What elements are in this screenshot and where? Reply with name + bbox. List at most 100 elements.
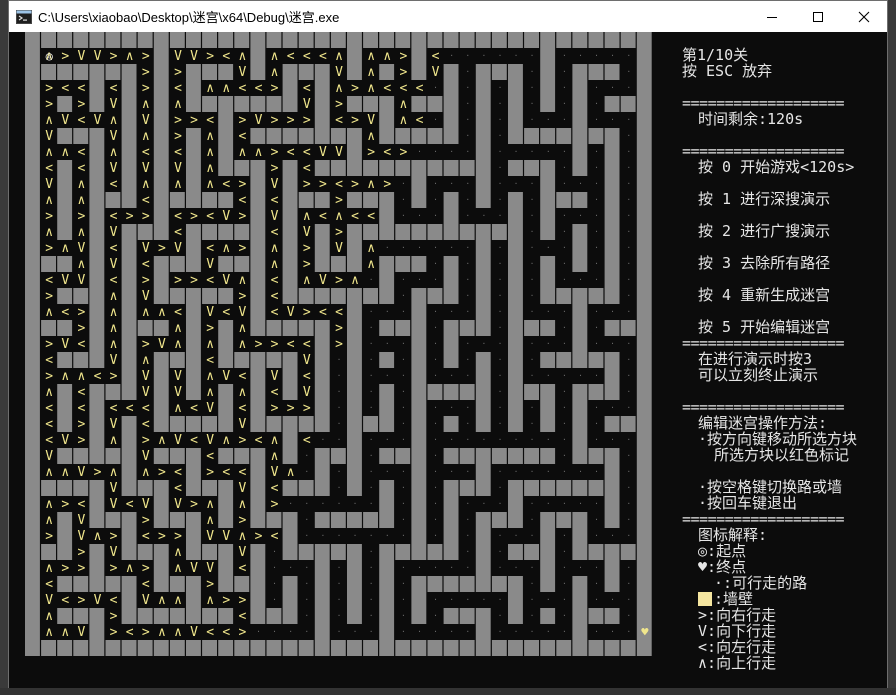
minimize-button[interactable] xyxy=(749,1,795,32)
path-arrow: > xyxy=(77,417,85,432)
path-arrow: > xyxy=(271,337,279,352)
wall-cell xyxy=(604,64,620,80)
wall-cell xyxy=(153,176,169,192)
path-arrow: ∧ xyxy=(383,49,391,64)
console-area[interactable]: ∧ > V V > ∧ > V V > < ∧ ∧ < < < ∧ ∧ ∧ > < · · · · · · · · · · · > > V ∧ V ∧ > V… xyxy=(9,32,887,688)
wall-cell xyxy=(250,160,266,176)
floor-dot: · xyxy=(498,387,503,396)
floor-dot: · xyxy=(433,275,438,284)
path-arrow: < xyxy=(142,529,150,544)
wall-cell xyxy=(25,432,40,448)
path-arrow: ∧ xyxy=(271,449,279,464)
wall-cell xyxy=(475,512,491,528)
path-arrow: ∧ xyxy=(238,145,246,160)
path-arrow: < xyxy=(174,81,182,96)
wall-cell xyxy=(314,256,330,272)
wall-cell xyxy=(347,448,362,464)
wall-cell xyxy=(57,448,73,464)
legend-end: ♥:终点 xyxy=(698,558,747,576)
wall-cell xyxy=(508,160,523,176)
wall-cell xyxy=(234,32,250,48)
wall-cell xyxy=(186,224,201,240)
path-arrow: < xyxy=(110,81,118,96)
wall-cell xyxy=(572,112,588,128)
wall-cell xyxy=(395,640,411,656)
wall-cell xyxy=(282,368,298,384)
console-window[interactable]: C:\Users\xiaobao\Desktop\迷宫\x64\Debug\迷宫… xyxy=(8,0,888,688)
path-arrow: ∧ xyxy=(238,321,246,336)
wall-cell xyxy=(572,192,588,208)
path-arrow: V xyxy=(190,561,198,576)
floor-dot: · xyxy=(433,611,438,620)
wall-cell xyxy=(89,576,105,592)
wall-cell xyxy=(411,48,427,64)
wall-cell xyxy=(89,448,105,464)
path-arrow: ∧ xyxy=(238,529,246,544)
maximize-button[interactable] xyxy=(795,1,841,32)
wall-cell xyxy=(508,592,523,608)
floor-dot: · xyxy=(465,371,470,380)
wall-cell xyxy=(250,400,266,416)
path-arrow: < xyxy=(271,289,279,304)
wall-cell xyxy=(556,128,572,144)
path-arrow: > xyxy=(110,49,118,64)
title-bar[interactable]: C:\Users\xiaobao\Desktop\迷宫\x64\Debug\迷宫… xyxy=(9,1,887,32)
floor-dot: · xyxy=(498,563,503,572)
wall-cell xyxy=(250,48,266,64)
menu-item-edit-maze: 按 5 开始编辑迷宫 xyxy=(698,318,831,336)
wall-cell xyxy=(427,544,443,560)
floor-dot: · xyxy=(594,195,599,204)
wall-cell xyxy=(475,576,491,592)
floor-dot: · xyxy=(562,83,567,92)
path-arrow: < xyxy=(255,433,263,448)
floor-dot: · xyxy=(449,371,454,380)
floor-dot: · xyxy=(626,115,631,124)
path-arrow: < xyxy=(206,273,214,288)
wall-cell xyxy=(636,256,652,272)
floor-dot: · xyxy=(401,483,406,492)
floor-dot: · xyxy=(626,131,631,140)
floor-dot: · xyxy=(562,163,567,172)
floor-dot: · xyxy=(401,307,406,316)
wall-cell xyxy=(153,48,169,64)
wall-cell xyxy=(443,352,459,368)
wall-cell xyxy=(411,496,427,512)
path-arrow: > xyxy=(174,65,182,80)
floor-dot: · xyxy=(417,563,422,572)
wall-cell xyxy=(636,272,652,288)
path-arrow: < xyxy=(77,161,85,176)
path-arrow: ∧ xyxy=(238,49,246,64)
wall-cell xyxy=(636,496,652,512)
path-arrow: V xyxy=(222,209,230,224)
wall-cell xyxy=(636,432,652,448)
floor-dot: · xyxy=(433,307,438,316)
wall-cell xyxy=(314,224,330,240)
path-arrow: > xyxy=(238,513,246,528)
wall-cell xyxy=(25,368,40,384)
floor-dot: · xyxy=(546,243,551,252)
path-arrow: V xyxy=(94,593,102,608)
path-arrow: < xyxy=(238,129,246,144)
path-arrow: ∧ xyxy=(335,81,343,96)
wall-cell xyxy=(57,256,73,272)
wall-cell xyxy=(379,192,395,208)
floor-dot: · xyxy=(401,403,406,412)
path-arrow: < xyxy=(287,49,295,64)
wall-cell xyxy=(620,640,636,656)
floor-dot: · xyxy=(498,115,503,124)
wall-cell xyxy=(89,32,105,48)
close-button[interactable] xyxy=(841,1,887,32)
wall-cell xyxy=(540,480,556,496)
wall-cell xyxy=(250,448,266,464)
wall-cell xyxy=(218,544,234,560)
wall-cell xyxy=(427,288,443,304)
wall-cell xyxy=(508,544,523,560)
floor-dot: · xyxy=(433,435,438,444)
wall-cell xyxy=(379,416,395,432)
floor-dot: · xyxy=(626,291,631,300)
floor-dot: · xyxy=(449,563,454,572)
floor-dot: · xyxy=(304,627,309,636)
floor-dot: · xyxy=(337,563,342,572)
floor-dot: · xyxy=(530,227,535,236)
path-arrow: < xyxy=(303,369,311,384)
